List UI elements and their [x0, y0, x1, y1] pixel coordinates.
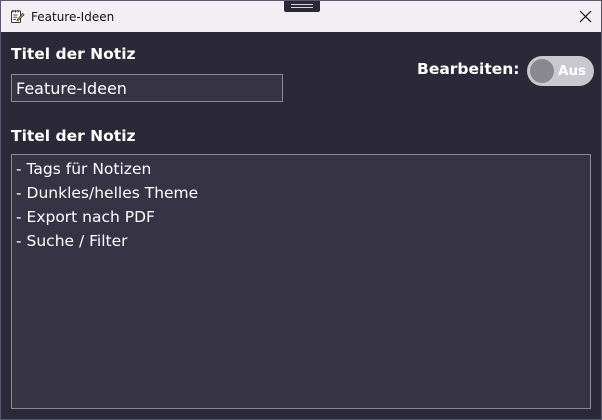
content-textarea[interactable]: - Tags für Notizen - Dunkles/helles Them… [11, 154, 591, 409]
title-bar[interactable]: Feature-Ideen [1, 1, 601, 32]
edit-toggle[interactable]: Aus [527, 56, 594, 86]
close-icon [579, 10, 592, 23]
content-line: - Dunkles/helles Theme [16, 184, 199, 202]
content-line: - Export nach PDF [16, 208, 155, 226]
content-label: Titel der Notiz [11, 127, 136, 145]
title-input[interactable] [11, 74, 283, 102]
toggle-state-text: Aus [558, 63, 587, 79]
drag-handle[interactable] [284, 1, 320, 12]
content-line: - Suche / Filter [16, 232, 128, 250]
edit-label: Bearbeiten: [417, 60, 520, 78]
note-window: Feature-Ideen Titel der Notiz Bearbeiten… [0, 0, 602, 420]
toggle-knob [530, 59, 554, 83]
title-label: Titel der Notiz [11, 45, 136, 63]
notepad-icon [9, 8, 25, 24]
close-button[interactable] [571, 1, 601, 32]
content-line: - Tags für Notizen [16, 160, 152, 178]
window-title: Feature-Ideen [31, 10, 115, 24]
